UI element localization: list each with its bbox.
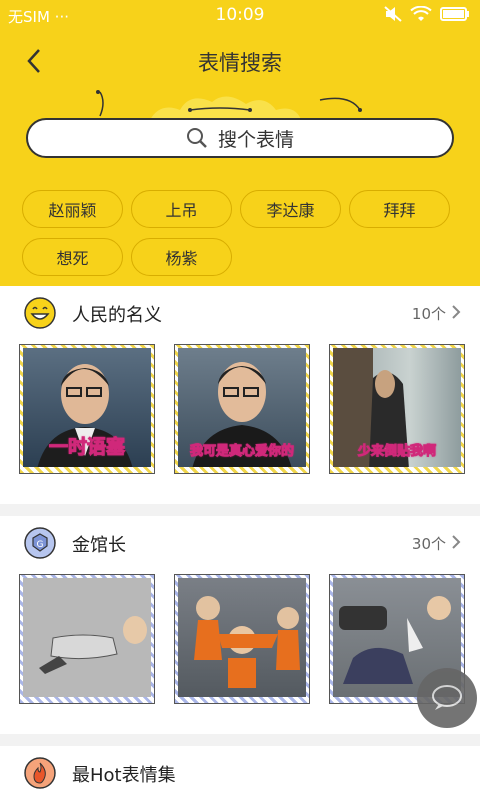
chevron-right-icon bbox=[452, 305, 461, 319]
section-renmin: 人民的名义 10个 一时语塞 我可是真心爱你的 少来倒贴我啊 bbox=[0, 286, 480, 504]
tag-chip[interactable]: 想死 bbox=[22, 238, 123, 276]
sticker-thumb[interactable]: 我可是真心爱你的 bbox=[174, 344, 310, 474]
sticker-thumb[interactable]: 少来倒贴我啊 bbox=[329, 344, 465, 474]
tag-chip[interactable]: 李达康 bbox=[240, 190, 341, 228]
sticker-image: 少来倒贴我啊 bbox=[333, 348, 461, 467]
search-icon bbox=[186, 128, 207, 148]
section-title: 人民的名义 bbox=[72, 305, 162, 326]
section-count: 30个 bbox=[411, 535, 446, 553]
svg-text:G: G bbox=[37, 540, 44, 550]
smile-face-icon bbox=[24, 297, 56, 329]
sticker-thumb[interactable] bbox=[19, 574, 155, 704]
sticker-caption: 我可是真心爱你的 bbox=[189, 444, 294, 460]
sticker-caption: 少来倒贴我啊 bbox=[357, 444, 436, 460]
sticker-row: 一时语塞 我可是真心爱你的 少来倒贴我啊 bbox=[19, 344, 465, 474]
floating-chat-button[interactable] bbox=[417, 668, 477, 728]
tag-chip[interactable]: 上吊 bbox=[131, 190, 232, 228]
tag-chip[interactable]: 赵丽颖 bbox=[22, 190, 123, 228]
sticker-caption: 一时语塞 bbox=[48, 436, 125, 459]
sticker-image bbox=[23, 578, 151, 697]
sticker-thumb[interactable]: 一时语塞 bbox=[19, 344, 155, 474]
status-icons bbox=[384, 6, 470, 22]
wifi-icon bbox=[410, 6, 432, 21]
tag-chip[interactable]: 杨紫 bbox=[131, 238, 232, 276]
person-figure bbox=[39, 616, 147, 674]
section-header[interactable]: G 金馆长 30个 bbox=[0, 516, 480, 570]
section-count: 10个 bbox=[411, 305, 446, 323]
search-placeholder: 搜个表情 bbox=[217, 128, 294, 151]
sticker-thumb[interactable] bbox=[174, 574, 310, 704]
person-figure bbox=[194, 596, 300, 688]
section-header[interactable]: 最Hot表情集 bbox=[0, 746, 480, 800]
status-bar: 无SIM ··· 10:09 bbox=[0, 0, 480, 30]
section-hot: 最Hot表情集 bbox=[0, 746, 480, 800]
sticker-image: 我可是真心爱你的 bbox=[178, 348, 306, 467]
section-title: 最Hot表情集 bbox=[72, 765, 176, 786]
chat-icon bbox=[432, 685, 462, 710]
battery-icon bbox=[440, 7, 469, 21]
search-header: 表情搜索 搜个表情 赵丽颖 上吊 李达康 拜拜 想死 杨紫 bbox=[0, 30, 480, 286]
sticker-row bbox=[19, 574, 465, 704]
mute-icon bbox=[384, 6, 402, 22]
section-header[interactable]: 人民的名义 10个 bbox=[0, 286, 480, 340]
page-title: 表情搜索 bbox=[198, 51, 282, 75]
chevron-right-icon bbox=[452, 535, 461, 549]
tag-chip[interactable]: 拜拜 bbox=[349, 190, 450, 228]
sticker-image: 一时语塞 bbox=[23, 348, 151, 467]
hot-tags: 赵丽颖 上吊 李达康 拜拜 想死 杨紫 bbox=[22, 190, 462, 276]
section-jinguanzhang: G 金馆长 30个 bbox=[0, 516, 480, 734]
sticker-image bbox=[178, 578, 306, 697]
flame-icon bbox=[24, 757, 56, 789]
badge-icon: G bbox=[24, 527, 56, 559]
section-title: 金馆长 bbox=[72, 535, 126, 556]
search-input[interactable]: 搜个表情 bbox=[26, 118, 454, 158]
